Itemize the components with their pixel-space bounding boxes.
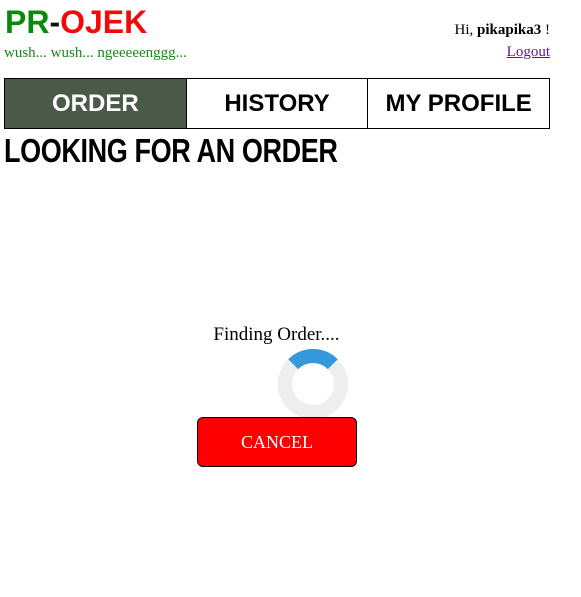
logo-part-ojek: OJEK [60,4,148,40]
tab-order[interactable]: ORDER [5,79,186,128]
user-greeting: Hi, pikapika3 ! [455,22,550,39]
page-title: LOOKING FOR AN ORDER [4,132,338,169]
logo-part-pr: PR [5,4,50,40]
main-nav-tabs: ORDER HISTORY MY PROFILE [4,78,550,129]
cancel-button[interactable]: CANCEL [197,417,357,467]
greeting-prefix: Hi, [454,22,478,38]
finding-order-status: Finding Order.... [213,324,340,345]
tab-my-profile[interactable]: MY PROFILE [367,79,550,128]
app-tagline: wush... wush... ngeeeeenggg... [4,45,187,61]
spinner-icon [278,349,348,419]
greeting-suffix: ! [541,22,550,38]
username: pikapika3 [477,22,542,38]
tab-history[interactable]: HISTORY [185,79,368,128]
app-logo: PR-OJEK [5,4,147,40]
logo-dash: - [49,4,61,40]
logout-link[interactable]: Logout [507,44,550,61]
